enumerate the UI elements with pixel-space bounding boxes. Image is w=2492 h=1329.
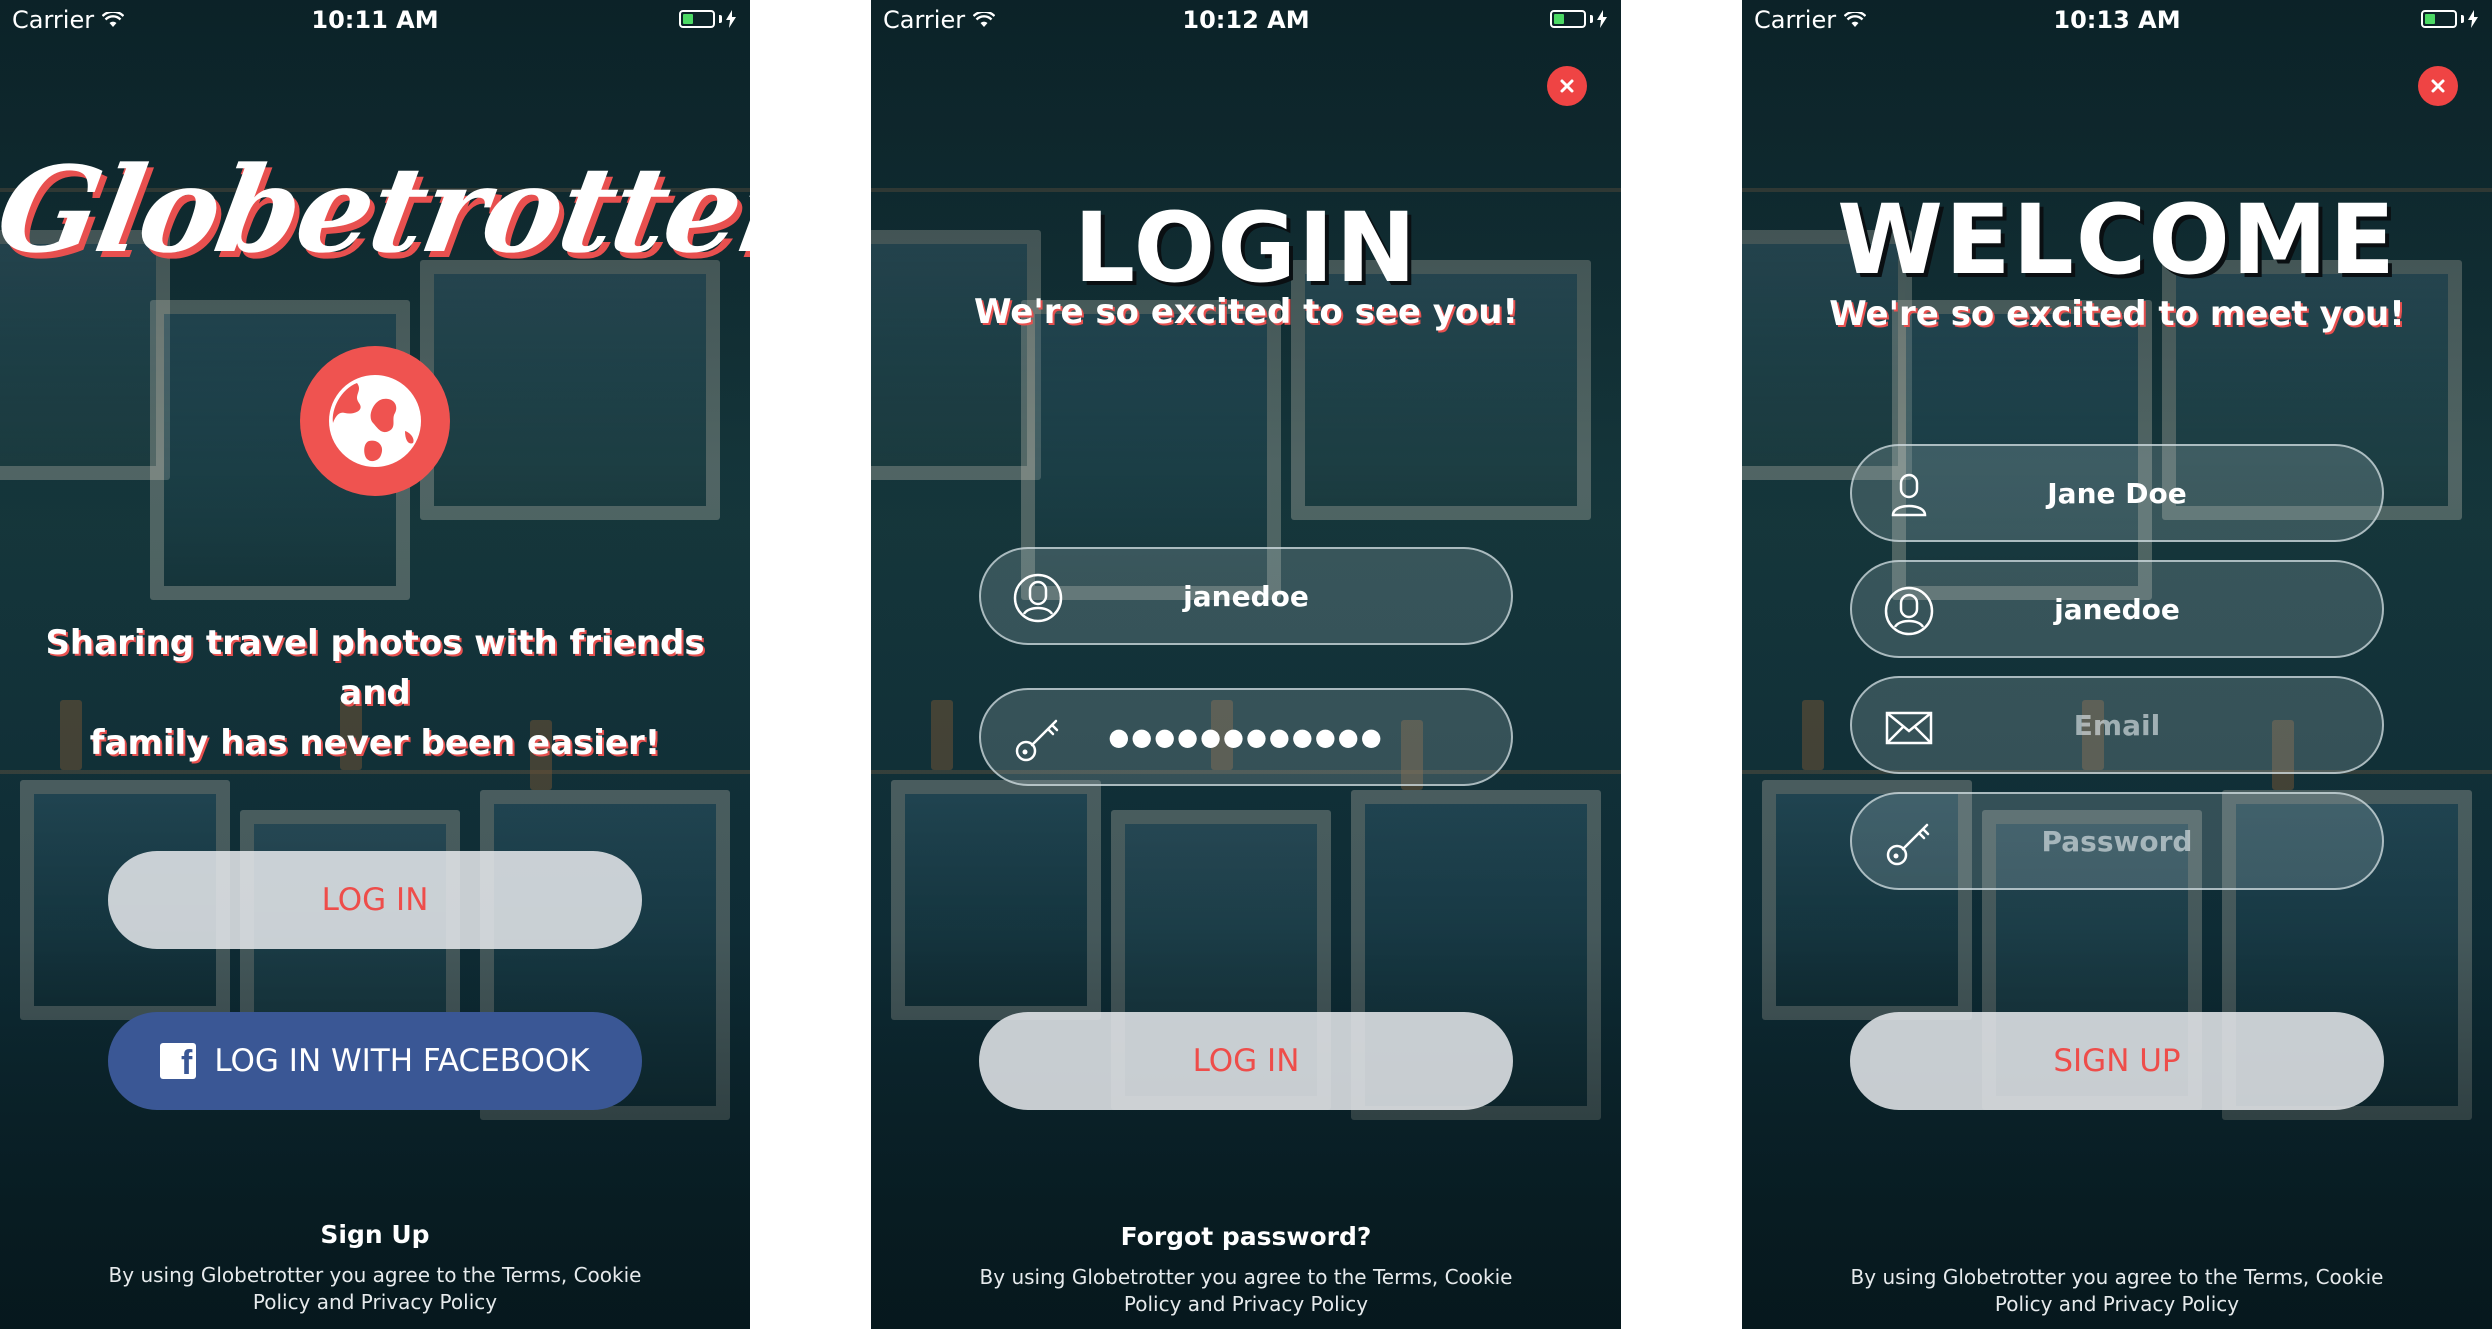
page-subtitle: We're so excited to meet you!	[1829, 294, 2405, 334]
signup-button[interactable]: SIGN UP	[1850, 1012, 2384, 1110]
email-field[interactable]: Email	[1850, 676, 2384, 774]
signup-screen: Carrier 10:13 AM WELCOME We're so excite…	[1742, 0, 2492, 1329]
user-circle-icon	[1011, 571, 1065, 625]
legal-line-1: By using Globetrotter you agree to the T…	[108, 1263, 642, 1287]
tagline: Sharing travel photos with friends and f…	[40, 618, 710, 768]
signup-link[interactable]: Sign Up	[0, 1220, 750, 1249]
username-field[interactable]: janedoe	[979, 547, 1513, 645]
status-time: 10:13 AM	[2053, 6, 2181, 34]
password-field[interactable]: ●●●●●●●●●●●●	[979, 688, 1513, 786]
status-time: 10:12 AM	[1182, 6, 1310, 34]
legal-line-1: By using Globetrotter you agree to the T…	[1850, 1265, 2384, 1289]
login-submit-label: LOG IN	[1192, 1043, 1300, 1079]
key-icon	[1882, 816, 1936, 870]
login-button[interactable]: LOG IN	[108, 851, 642, 949]
battery-icon	[679, 10, 736, 28]
close-button[interactable]	[2418, 66, 2458, 106]
app-logo: Globetrotter	[0, 140, 750, 279]
key-icon	[1011, 712, 1065, 766]
page-title: WELCOME	[1837, 184, 2397, 296]
close-button[interactable]	[1547, 66, 1587, 106]
legal-line-1: By using Globetrotter you agree to the T…	[979, 1265, 1513, 1289]
welcome-screen: Carrier 10:11 AM Globetrotter Sharing tr…	[0, 0, 750, 1329]
person-icon	[1882, 468, 1936, 522]
status-time: 10:11 AM	[311, 6, 439, 34]
charging-icon	[1597, 10, 1607, 28]
globe-icon	[329, 375, 421, 467]
legal-text: By using Globetrotter you agree to the T…	[1802, 1264, 2432, 1318]
username-field[interactable]: janedoe	[1850, 560, 2384, 658]
battery-icon	[1550, 10, 1607, 28]
facebook-login-button[interactable]: f LOG IN WITH FACEBOOK	[108, 1012, 642, 1110]
page-subtitle: We're so excited to see you!	[973, 292, 1519, 332]
page-title: LOGIN	[1073, 192, 1419, 304]
status-bar: Carrier 10:13 AM	[1742, 0, 2492, 40]
login-screen: Carrier 10:12 AM LOGIN We're so excited …	[871, 0, 1621, 1329]
signup-button-label: SIGN UP	[2053, 1043, 2181, 1079]
globe-badge	[300, 346, 450, 496]
name-field[interactable]: Jane Doe	[1850, 444, 2384, 542]
charging-icon	[2468, 10, 2478, 28]
legal-text: By using Globetrotter you agree to the T…	[931, 1264, 1561, 1318]
user-circle-icon	[1882, 584, 1936, 638]
tagline-line-1: Sharing travel photos with friends and	[45, 623, 705, 713]
legal-text: By using Globetrotter you agree to the T…	[60, 1262, 690, 1316]
close-icon	[1560, 79, 1574, 93]
status-bar: Carrier 10:12 AM	[871, 0, 1621, 40]
login-button-label: LOG IN	[321, 882, 429, 918]
status-bar: Carrier 10:11 AM	[0, 0, 750, 40]
facebook-button-label: LOG IN WITH FACEBOOK	[214, 1043, 590, 1079]
legal-line-2: Policy and Privacy Policy	[1994, 1292, 2240, 1316]
legal-line-2: Policy and Privacy Policy	[1123, 1292, 1369, 1316]
facebook-icon: f	[160, 1043, 197, 1081]
envelope-icon	[1882, 700, 1936, 754]
close-icon	[2431, 79, 2445, 93]
tagline-line-2: family has never been easier!	[89, 723, 661, 763]
legal-line-2: Policy and Privacy Policy	[252, 1290, 498, 1314]
login-submit-button[interactable]: LOG IN	[979, 1012, 1513, 1110]
password-field[interactable]: Password	[1850, 792, 2384, 890]
charging-icon	[726, 10, 736, 28]
battery-icon	[2421, 10, 2478, 28]
forgot-password-link[interactable]: Forgot password?	[871, 1222, 1621, 1251]
